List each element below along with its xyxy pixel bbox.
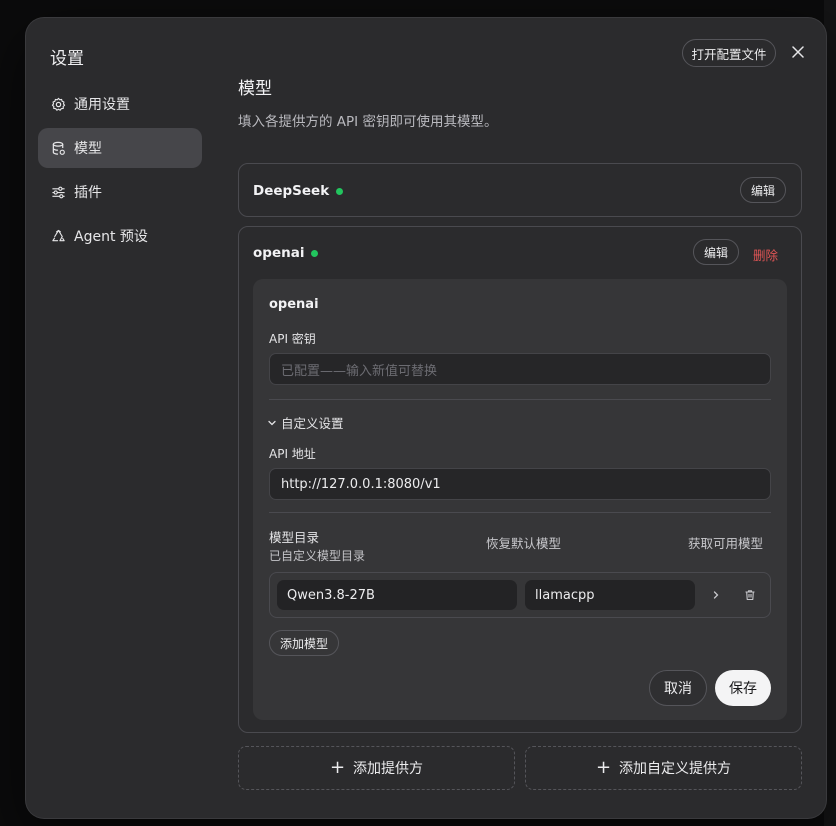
database-icon bbox=[52, 141, 65, 155]
add-model-button[interactable]: 添加模型 bbox=[269, 630, 339, 656]
edit-button[interactable]: 编辑 bbox=[740, 177, 786, 203]
sidebar-item-agent-presets[interactable]: Agent 预设 bbox=[38, 216, 202, 256]
api-url-input[interactable]: http://127.0.0.1:8080/v1 bbox=[269, 468, 771, 500]
add-custom-provider-label: 添加自定义提供方 bbox=[619, 761, 732, 777]
delete-button[interactable]: 删除 bbox=[753, 245, 778, 264]
catalog-title: 模型目录 bbox=[269, 530, 320, 545]
provider-card-deepseek: DeepSeek 编辑 bbox=[238, 163, 802, 217]
editor-title: openai bbox=[269, 297, 319, 312]
cancel-button[interactable]: 取消 bbox=[649, 670, 707, 706]
settings-dialog: 设置 打开配置文件 通用设置 模型 插件 Agent 预设 模型 填入各提供方的… bbox=[26, 18, 826, 818]
custom-settings-toggle[interactable]: 自定义设置 bbox=[267, 413, 344, 432]
status-dot bbox=[336, 187, 344, 195]
api-url-label: API 地址 bbox=[269, 447, 316, 461]
provider-name-label: openai bbox=[253, 245, 305, 261]
add-provider-row: + 添加提供方 + 添加自定义提供方 bbox=[238, 746, 802, 790]
main-panel: 模型 填入各提供方的 API 密钥即可使用其模型。 DeepSeek 编辑 op… bbox=[238, 74, 802, 790]
restore-default-models-button[interactable]: 恢复默认模型 bbox=[486, 533, 561, 552]
plus-icon: + bbox=[329, 757, 346, 778]
open-config-button[interactable]: 打开配置文件 bbox=[682, 39, 776, 67]
provider-editor: openai API 密钥 已配置——输入新值可替换 自定义设置 API 地址 … bbox=[253, 279, 787, 720]
sidebar-item-label: 通用设置 bbox=[74, 97, 130, 113]
sidebar-item-models[interactable]: 模型 bbox=[38, 128, 202, 168]
api-key-input[interactable]: 已配置——输入新值可替换 bbox=[269, 353, 771, 385]
provider-card-openai: openai 编辑 删除 openai API 密钥 已配置——输入新值可替换 … bbox=[238, 226, 802, 733]
custom-settings-label: 自定义设置 bbox=[281, 416, 344, 431]
add-provider-label: 添加提供方 bbox=[353, 761, 424, 777]
provider-name-label: DeepSeek bbox=[253, 183, 330, 199]
divider bbox=[269, 512, 771, 513]
chevron-down-icon bbox=[268, 420, 276, 425]
fetch-models-button[interactable]: 获取可用模型 bbox=[688, 533, 763, 552]
expand-model-button[interactable] bbox=[708, 587, 724, 603]
recycle-icon bbox=[52, 229, 65, 241]
chevron-right-icon bbox=[713, 591, 719, 599]
api-key-label: API 密钥 bbox=[269, 332, 316, 346]
add-provider-button[interactable]: + 添加提供方 bbox=[238, 746, 515, 790]
edit-button[interactable]: 编辑 bbox=[693, 239, 739, 265]
close-icon bbox=[792, 46, 804, 58]
model-name-input[interactable]: Qwen3.8-27B bbox=[277, 580, 517, 610]
catalog-subtitle: 已自定义模型目录 bbox=[269, 549, 366, 563]
divider bbox=[269, 399, 771, 400]
delete-model-button[interactable] bbox=[742, 587, 758, 603]
dialog-title: 设置 bbox=[50, 49, 84, 69]
save-button[interactable]: 保存 bbox=[715, 670, 771, 706]
model-backend-input[interactable]: llamacpp bbox=[525, 580, 695, 610]
sidebar-item-plugins[interactable]: 插件 bbox=[38, 172, 202, 212]
provider-name: DeepSeek bbox=[253, 183, 344, 199]
add-custom-provider-button[interactable]: + 添加自定义提供方 bbox=[525, 746, 802, 790]
sidebar-item-label: Agent 预设 bbox=[74, 229, 148, 245]
sidebar-item-label: 插件 bbox=[74, 185, 102, 201]
sliders-icon bbox=[52, 186, 65, 198]
status-dot bbox=[311, 249, 319, 257]
gear-icon bbox=[51, 97, 66, 111]
provider-name: openai bbox=[253, 245, 319, 261]
page-description: 填入各提供方的 API 密钥即可使用其模型。 bbox=[238, 114, 498, 130]
trash-icon bbox=[745, 590, 755, 601]
model-row: Qwen3.8-27B llamacpp bbox=[269, 572, 771, 618]
close-button[interactable] bbox=[788, 42, 808, 62]
page-title: 模型 bbox=[238, 79, 272, 99]
sidebar: 通用设置 模型 插件 Agent 预设 bbox=[38, 84, 202, 260]
sidebar-item-label: 模型 bbox=[74, 141, 102, 157]
plus-icon: + bbox=[595, 757, 612, 778]
sidebar-item-general[interactable]: 通用设置 bbox=[38, 84, 202, 124]
